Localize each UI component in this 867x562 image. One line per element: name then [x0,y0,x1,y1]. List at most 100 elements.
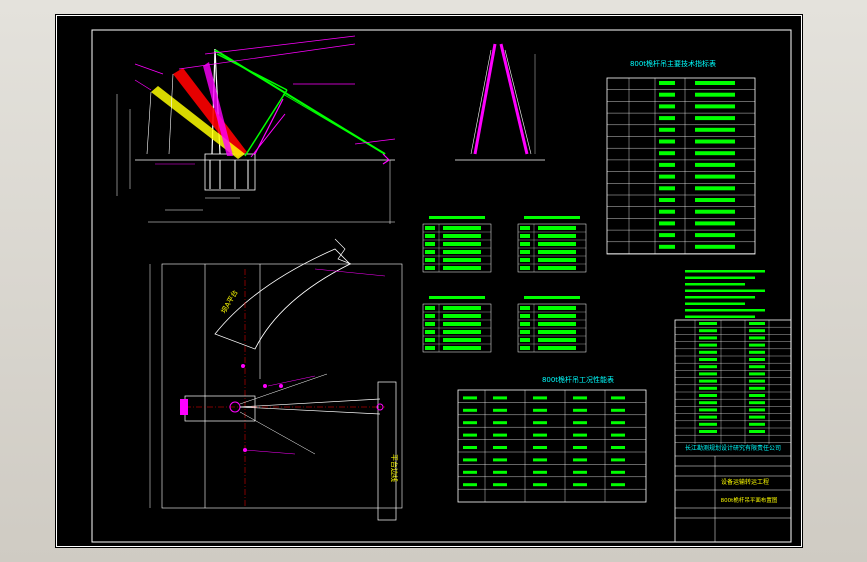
table-cell-mark [659,221,675,226]
table-cell-mark [659,244,675,249]
table-cell-mark [695,116,735,121]
table-cell-mark [695,221,735,226]
table-cell-mark [425,322,435,326]
table-cell-mark [695,151,735,156]
table-cell-mark [538,266,576,270]
table-cell-mark [533,433,547,437]
table-cell-mark [520,314,530,318]
table-cell-mark [749,350,765,354]
table-cell-mark [695,139,735,144]
crane-elevation [116,35,396,224]
table-cell-mark [520,330,530,334]
main-spec-title: 800t桅杆吊主要技术指标表 [630,59,716,68]
table-cell-mark [533,421,547,425]
table-cell-mark [699,358,717,361]
table-cell-mark [573,421,587,425]
table-cell-mark [463,433,477,437]
table-cell-mark [749,379,765,383]
note-line-mark [685,276,755,279]
small-green-tables [422,216,587,353]
table-cell-mark [611,408,625,412]
table-cell-mark [749,430,765,433]
cad-drawing: 800t桅杆吊主要技术指标表 800t桅杆吊工况性能表 长江勘测规划设计研究有限… [56,15,802,547]
table-cell-mark [573,470,587,474]
table-cell-mark [611,483,625,487]
table-cell-mark [695,92,735,97]
table-cell-mark [425,338,435,342]
table-cell-mark [699,430,717,433]
note-line-mark [685,289,765,292]
table-cell-mark [749,422,765,426]
table-cell-mark [463,483,477,487]
table-cell-mark [425,266,435,270]
table-cell-mark [699,394,717,397]
table-cell-mark [533,470,547,474]
table-cell-mark [659,151,675,156]
crane-side-view [455,43,545,161]
table-cell-mark [699,350,717,354]
table-cell-mark [533,396,547,400]
table-cell-mark [443,322,481,326]
table-cell-mark [699,422,717,426]
table-cell-mark [659,209,675,214]
table-cell-mark [659,186,675,191]
table-cell-mark [520,258,530,262]
table-cell-mark [443,242,481,246]
note-line-mark [685,315,755,318]
table-cell-mark [493,446,507,449]
table-cell-mark [493,433,507,437]
table-cell-mark [611,433,625,437]
table-cell-mark [659,174,675,179]
table-cell-mark [425,346,435,350]
table-cell-mark [538,250,576,254]
title-block-project: 设备运输转运工程 [721,478,769,486]
table-cell-mark [443,226,481,230]
table-cell-mark [425,258,435,262]
note-line-mark [685,270,765,273]
table-cell-mark [493,483,507,487]
right-side-label: 平台边线 [390,454,399,482]
table-cell-mark [699,329,717,333]
table-cell-mark [695,186,735,191]
table-cell-mark [538,306,576,310]
work-condition-table: 800t桅杆吊工况性能表 [457,375,647,503]
table-caption-mark [524,216,580,219]
table-cell-mark [699,336,717,340]
plan-view: 坝A平台 平台边线 [149,238,403,521]
table-cell-mark [463,446,477,449]
table-cell-mark [425,306,435,310]
table-cell-mark [695,162,735,167]
table-cell-mark [538,338,576,342]
table-cell-mark [538,330,576,334]
table-cell-mark [699,379,717,383]
table-cell-mark [443,306,481,310]
table-cell-mark [493,458,507,462]
table-cell-mark [695,81,735,85]
table-cell-mark [699,365,717,369]
table-cell-mark [695,233,735,238]
drawing-sheet: 800t桅杆吊主要技术指标表 800t桅杆吊工况性能表 长江勘测规划设计研究有限… [55,14,803,548]
table-cell-mark [749,415,765,419]
cad-viewport: 800t桅杆吊主要技术指标表 800t桅杆吊工况性能表 长江勘测规划设计研究有限… [0,0,867,562]
table-cell-mark [659,127,675,132]
table-cell-mark [749,336,765,340]
table-cell-mark [573,408,587,412]
table-cell-mark [699,386,717,390]
table-cell-mark [425,250,435,254]
table-cell-mark [520,242,530,246]
table-cell-mark [463,421,477,425]
table-cell-mark [695,104,735,109]
table-cell-mark [749,386,765,390]
drawing-frame [91,29,792,543]
note-line-mark [685,283,745,286]
table-cell-mark [695,198,735,202]
table-cell-mark [573,396,587,400]
title-block-drawing-name: 800t桅杆吊平面布置图 [721,496,778,504]
table-cell-mark [443,250,481,254]
table-cell-mark [463,396,477,400]
table-cell-mark [611,446,625,449]
table-cell-mark [425,242,435,246]
table-cell-mark [425,226,435,230]
table-cell-mark [573,483,587,487]
title-block-company: 长江勘测规划设计研究有限责任公司 [685,444,781,452]
